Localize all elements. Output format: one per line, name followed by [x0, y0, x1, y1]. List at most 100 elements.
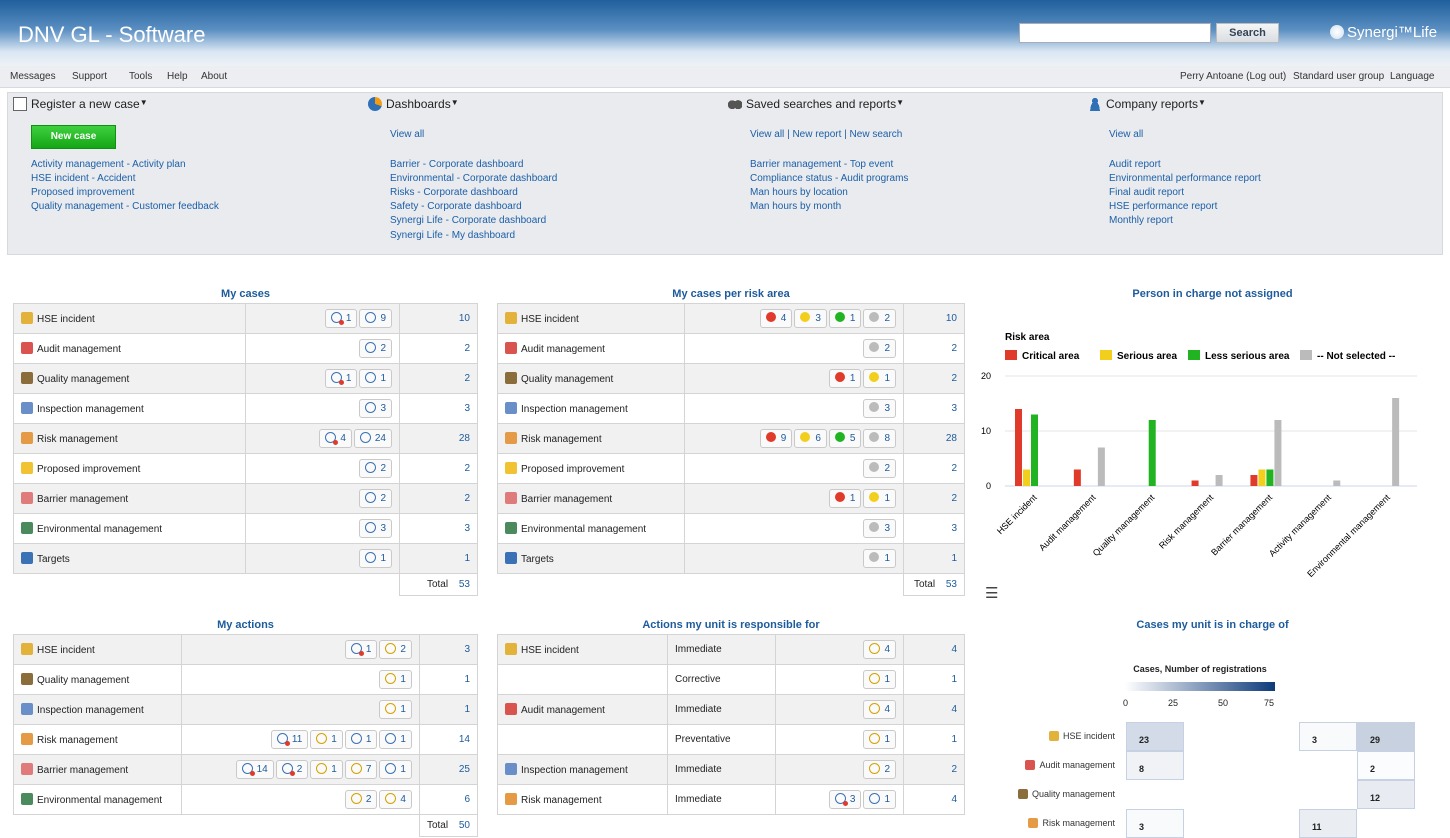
- case-type-cell[interactable]: HSE incident: [497, 634, 668, 665]
- case-type-cell[interactable]: Barrier management: [497, 483, 685, 514]
- company-report-link[interactable]: Environmental performance report: [1109, 173, 1261, 184]
- dashboard-link[interactable]: Safety - Corporate dashboard: [390, 201, 522, 212]
- count-badge[interactable]: 2: [379, 640, 412, 659]
- register-link[interactable]: HSE incident - Accident: [31, 173, 136, 184]
- case-type-cell[interactable]: [497, 724, 668, 755]
- register-link[interactable]: Quality management - Customer feedback: [31, 201, 219, 212]
- row-count[interactable]: 3: [418, 634, 479, 665]
- dashboard-link[interactable]: Synergi Life - Corporate dashboard: [390, 215, 546, 226]
- row-count[interactable]: 10: [399, 303, 478, 334]
- case-type-cell[interactable]: Inspection management: [497, 393, 685, 424]
- company-report-link[interactable]: Monthly report: [1109, 215, 1173, 226]
- case-type-cell[interactable]: Audit management: [497, 333, 685, 364]
- dashboards-menu[interactable]: Dashboards▼: [368, 97, 459, 111]
- count-badge[interactable]: 4: [863, 700, 896, 719]
- nav-tools[interactable]: Tools: [129, 71, 152, 82]
- count-badge[interactable]: 2: [359, 489, 392, 508]
- row-count[interactable]: 28: [903, 423, 965, 454]
- case-type-cell[interactable]: Risk management: [13, 423, 246, 454]
- saved-searches-menu[interactable]: Saved searches and reports▼: [728, 97, 904, 111]
- row-count[interactable]: 2: [903, 363, 965, 394]
- count-badge[interactable]: 24: [353, 429, 392, 448]
- row-count[interactable]: 2: [903, 483, 965, 514]
- risk-count-badge[interactable]: 1: [863, 369, 896, 388]
- risk-count-badge[interactable]: 1: [828, 309, 862, 328]
- case-type-cell[interactable]: Proposed improvement: [497, 453, 685, 484]
- row-count[interactable]: 1: [418, 694, 479, 725]
- case-type-cell[interactable]: Risk management: [497, 784, 668, 815]
- case-type-cell[interactable]: Targets: [13, 543, 246, 574]
- row-count[interactable]: 1: [399, 543, 478, 574]
- count-badge[interactable]: 1: [310, 730, 343, 749]
- risk-count-badge[interactable]: 2: [863, 339, 896, 358]
- row-count[interactable]: 3: [903, 393, 965, 424]
- risk-count-badge[interactable]: 3: [863, 399, 896, 418]
- nav-messages[interactable]: Messages: [10, 71, 56, 82]
- dashboard-link[interactable]: Barrier - Corporate dashboard: [390, 159, 523, 170]
- row-count[interactable]: 3: [399, 513, 478, 544]
- count-badge[interactable]: 3: [359, 399, 392, 418]
- nav-about[interactable]: About: [201, 71, 227, 82]
- user-logout-link[interactable]: Perry Antoane (Log out): [1180, 71, 1286, 82]
- count-badge[interactable]: 1: [324, 369, 358, 388]
- company-report-link[interactable]: Audit report: [1109, 159, 1161, 170]
- row-count[interactable]: 4: [903, 634, 965, 665]
- count-badge[interactable]: 1: [379, 670, 412, 689]
- case-type-cell[interactable]: Quality management: [13, 664, 182, 695]
- register-link[interactable]: Proposed improvement: [31, 187, 134, 198]
- new-search-link[interactable]: New search: [850, 129, 903, 140]
- row-count[interactable]: 25: [418, 754, 479, 785]
- row-count[interactable]: 1: [903, 664, 965, 695]
- case-type-cell[interactable]: Barrier management: [13, 754, 182, 785]
- row-count[interactable]: 2: [399, 453, 478, 484]
- row-count[interactable]: 10: [903, 303, 965, 334]
- dashboard-link[interactable]: Synergi Life - My dashboard: [390, 230, 515, 241]
- saved-search-link[interactable]: Man hours by location: [750, 187, 848, 198]
- company-report-link[interactable]: HSE performance report: [1109, 201, 1217, 212]
- new-report-link[interactable]: New report: [792, 129, 841, 140]
- count-badge[interactable]: 11: [270, 730, 309, 749]
- saved-search-link[interactable]: Man hours by month: [750, 201, 841, 212]
- search-button[interactable]: Search: [1216, 23, 1279, 43]
- count-badge[interactable]: 1: [863, 790, 896, 809]
- company-report-link[interactable]: Final audit report: [1109, 187, 1184, 198]
- row-count[interactable]: 4: [903, 694, 965, 725]
- row-count[interactable]: 2: [399, 483, 478, 514]
- heatmap-cell[interactable]: 2: [1357, 751, 1415, 780]
- count-badge[interactable]: 1: [359, 369, 392, 388]
- row-count[interactable]: 3: [903, 513, 965, 544]
- risk-count-badge[interactable]: 1: [828, 369, 862, 388]
- risk-count-badge[interactable]: 1: [863, 549, 896, 568]
- case-type-cell[interactable]: HSE incident: [497, 303, 685, 334]
- new-case-button[interactable]: New case: [31, 125, 116, 149]
- count-badge[interactable]: 4: [379, 790, 412, 809]
- heatmap-cell[interactable]: 29: [1357, 722, 1415, 751]
- row-count[interactable]: 2: [399, 333, 478, 364]
- row-count[interactable]: 2: [903, 333, 965, 364]
- case-type-cell[interactable]: Risk management: [497, 423, 685, 454]
- count-badge[interactable]: 4: [319, 429, 352, 448]
- nav-support[interactable]: Support: [72, 71, 107, 82]
- count-badge[interactable]: 1: [324, 309, 358, 328]
- dashboard-link[interactable]: Environmental - Corporate dashboard: [390, 173, 557, 184]
- risk-count-badge[interactable]: 1: [828, 489, 862, 508]
- saved-view-all-link[interactable]: View all: [750, 129, 784, 140]
- row-count[interactable]: 6: [418, 784, 479, 815]
- row-count[interactable]: 2: [903, 754, 965, 785]
- dashboards-view-all-link[interactable]: View all: [390, 129, 424, 140]
- case-type-cell[interactable]: Barrier management: [13, 483, 246, 514]
- dashboard-link[interactable]: Risks - Corporate dashboard: [390, 187, 518, 198]
- case-type-cell[interactable]: Audit management: [497, 694, 668, 725]
- heatmap-cell[interactable]: 12: [1357, 780, 1415, 809]
- heatmap-cell[interactable]: 3: [1126, 809, 1184, 838]
- case-type-cell[interactable]: Audit management: [13, 333, 246, 364]
- count-badge[interactable]: 1: [344, 730, 378, 749]
- case-type-cell[interactable]: Quality management: [13, 363, 246, 394]
- risk-count-badge[interactable]: 2: [863, 309, 896, 328]
- risk-count-badge[interactable]: 9: [759, 429, 793, 448]
- search-input[interactable]: [1019, 23, 1211, 43]
- count-badge[interactable]: 1: [379, 760, 412, 779]
- heatmap-cell[interactable]: 23: [1126, 722, 1184, 751]
- case-type-cell[interactable]: Quality management: [497, 363, 685, 394]
- register-link[interactable]: Activity management - Activity plan: [31, 159, 186, 170]
